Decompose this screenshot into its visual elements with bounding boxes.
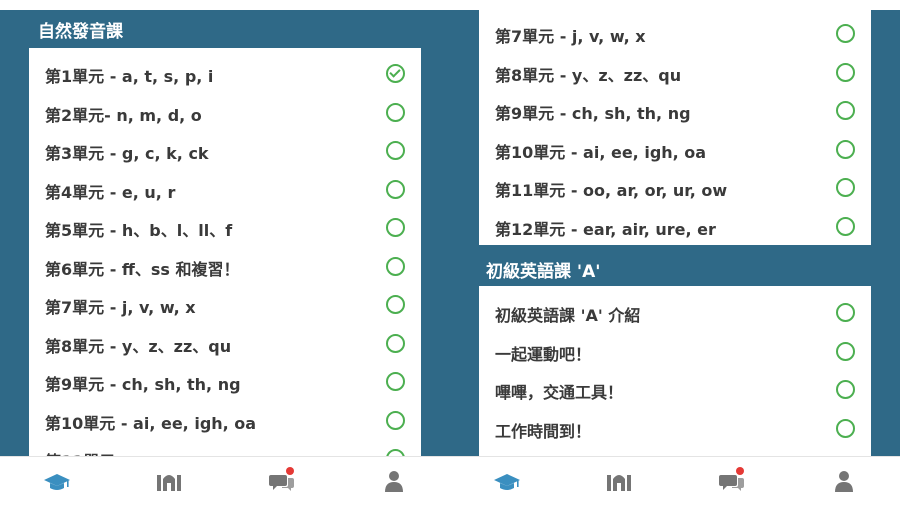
classroom-icon [607,475,631,491]
section-title-english-a: 初級英語課 'A' [486,262,601,282]
circle-icon [836,24,855,43]
lesson-label: 第4單元 - e, u, r [45,182,176,202]
lesson-label: 第10單元 - ai, ee, igh, oa [45,413,257,433]
lesson-label: 第11單元 - oo, ar, or, ur, ow [495,181,728,200]
lesson-row[interactable]: 第8單元 - y、z、zz、qu [479,53,871,92]
graduation-cap-icon [44,474,70,490]
lesson-label: 工作時間到！ [495,421,592,441]
notification-badge [286,467,294,475]
lesson-label: 第1單元 - a, t, s, p, i [45,67,214,86]
circle-icon [386,256,405,276]
circle-icon [836,303,855,322]
circle-icon [386,141,405,160]
nav-chat[interactable] [268,467,296,493]
lesson-list: 第1單元 - a, t, s, p, i 第2單元- n, m, d, o 第3… [29,48,421,468]
lesson-label: 第9單元 - ch, sh, th, ng [495,104,691,123]
lesson-label: 第2單元- n, m, d, o [45,105,202,125]
nav-profile[interactable] [380,469,408,493]
lesson-row[interactable]: 初級英語課 'A' 介紹 [479,293,871,332]
lesson-row[interactable]: 嗶嗶，交通工具！ [479,370,871,409]
section-title-phonics: 自然發音課 [38,22,123,42]
status-strip [0,0,450,10]
lesson-row[interactable]: 工作時間到！ [479,409,871,448]
profile-icon [835,471,853,492]
lesson-label: 第5單元 - h、b、l、ll、f [45,221,233,240]
lesson-label: 第8單元 - y、z、zz、qu [495,65,682,85]
circle-icon [386,295,405,314]
circle-icon [386,179,405,199]
lesson-label: 第8單元 - y、z、zz、qu [45,336,232,356]
bottom-navbar [0,456,450,505]
lesson-row[interactable]: 第3單元 - g, c, k, ck [29,131,421,170]
nav-classroom[interactable] [605,469,633,493]
lesson-row[interactable]: 第12單元 - ear, air, ure, er [479,207,871,246]
circle-icon [836,139,855,159]
lesson-row[interactable]: 第1單元 - a, t, s, p, i [29,54,421,93]
lesson-row[interactable]: 第7單元 - j, v, w, x [479,14,871,53]
lesson-label: 第9單元 - ch, sh, th, ng [45,375,241,394]
lesson-row[interactable]: 第4單元 - e, u, r [29,170,421,209]
circle-icon [386,410,405,430]
lesson-label: 第6單元 - ff、ss 和複習！ [45,259,240,279]
lesson-row[interactable]: 第6單元 - ff、ss 和複習！ [29,247,421,286]
lesson-row[interactable]: 第11單元 - oo, ar, or, ur, ow [479,168,871,207]
lesson-row[interactable]: 第9單元 - ch, sh, th, ng [479,91,871,130]
lesson-label: 初級英語課 'A' 介紹 [495,306,641,325]
lesson-label: 第7單元 - j, v, w, x [45,298,196,317]
lesson-label: 第3單元 - g, c, k, ck [45,144,209,163]
right-screen: 第7單元 - j, v, w, x 第8單元 - y、z、zz、qu 第9單元 … [450,0,900,505]
circle-icon [386,333,405,353]
circle-icon [386,372,405,391]
lesson-row[interactable]: 第10單元 - ai, ee, igh, oa [479,130,871,169]
lesson-row[interactable]: 第5單元 - h、b、l、ll、f [29,208,421,247]
lesson-label: 第7單元 - j, v, w, x [495,27,646,46]
lesson-row[interactable]: 第2單元- n, m, d, o [29,93,421,132]
profile-icon [385,471,403,492]
lesson-list: 初級英語課 'A' 介紹 一起運動吧！ 嗶嗶，交通工具！ 工作時間到！ [479,286,871,476]
classroom-icon [157,475,181,491]
bottom-navbar [450,456,900,505]
notification-badge [736,467,744,475]
lesson-row[interactable]: 第8單元 - y、z、zz、qu [29,324,421,363]
lesson-label: 第10單元 - ai, ee, igh, oa [495,142,707,162]
nav-chat[interactable] [718,467,746,493]
circle-icon [386,102,405,122]
circle-icon [836,418,855,438]
nav-classroom[interactable] [155,469,183,493]
circle-icon [836,216,855,236]
lesson-label: 嗶嗶，交通工具！ [495,383,624,402]
lesson-row[interactable]: 第9單元 - ch, sh, th, ng [29,362,421,401]
nav-profile[interactable] [830,469,858,493]
circle-icon [836,380,855,399]
lesson-label: 第12單元 - ear, air, ure, er [495,219,716,239]
lesson-list: 第7單元 - j, v, w, x 第8單元 - y、z、zz、qu 第9單元 … [479,0,871,245]
check-circle-icon [386,64,405,83]
circle-icon [836,341,855,361]
circle-icon [836,178,855,197]
circle-icon [386,218,405,237]
lesson-row[interactable]: 第10單元 - ai, ee, igh, oa [29,401,421,440]
lesson-row[interactable]: 一起運動吧！ [479,332,871,371]
circle-icon [836,62,855,82]
left-screen: 自然發音課 第1單元 - a, t, s, p, i 第2單元- n, m, d… [0,0,450,505]
graduation-cap-icon [494,474,520,490]
circle-icon [836,101,855,120]
nav-courses[interactable] [493,469,521,493]
lesson-row[interactable]: 第7單元 - j, v, w, x [29,285,421,324]
nav-courses[interactable] [43,469,71,493]
lesson-label: 一起運動吧！ [495,344,592,364]
